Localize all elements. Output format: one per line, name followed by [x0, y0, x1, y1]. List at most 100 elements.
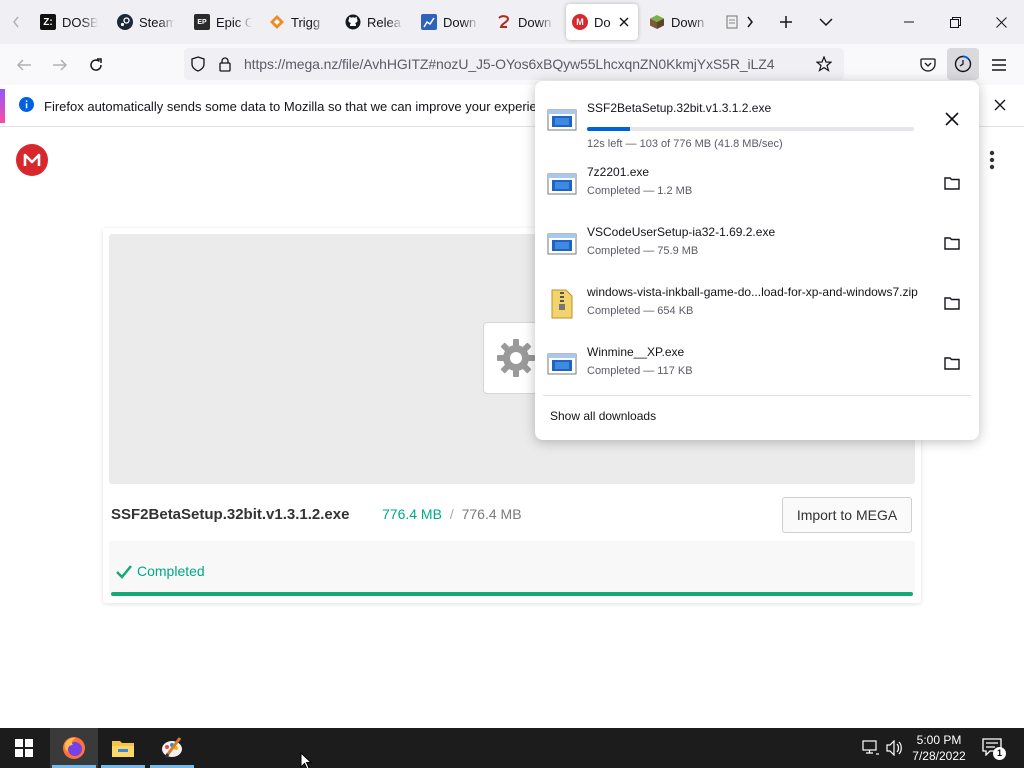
- volume-icon[interactable]: [886, 740, 904, 756]
- lock-icon[interactable]: [218, 56, 232, 72]
- bookmark-star-button[interactable]: [816, 56, 832, 72]
- plus-icon: [780, 16, 792, 28]
- trigger-icon: [269, 14, 285, 30]
- info-icon: [19, 97, 34, 112]
- url-text[interactable]: https://mega.nz/file/AvhHGITZ#nozU_J5-OY…: [244, 56, 774, 72]
- tracking-protection-shield-icon[interactable]: [190, 56, 206, 72]
- taskbar-file-explorer[interactable]: [99, 728, 147, 768]
- back-button[interactable]: [9, 50, 39, 80]
- show-all-downloads-button[interactable]: Show all downloads: [550, 409, 656, 423]
- gear-icon: [497, 339, 535, 377]
- pocket-icon: [920, 57, 936, 72]
- tab-trigger[interactable]: Trigg: [263, 4, 327, 40]
- steam-icon: [117, 14, 133, 30]
- show-in-folder-button[interactable]: [939, 230, 965, 256]
- exe-file-icon: [547, 169, 577, 199]
- folder-icon: [944, 297, 960, 310]
- minimize-icon: [904, 21, 914, 23]
- tab-minecraft[interactable]: Down: [643, 4, 709, 40]
- notification-count-badge: 1: [993, 747, 1006, 760]
- notification-text: Firefox automatically sends some data to…: [44, 99, 562, 114]
- show-in-folder-button[interactable]: [939, 350, 965, 376]
- new-tab-button[interactable]: [772, 8, 800, 36]
- tab-close-button[interactable]: [616, 14, 632, 30]
- start-button[interactable]: [0, 728, 48, 768]
- download-site-icon: [496, 14, 512, 30]
- restore-button[interactable]: [932, 0, 978, 44]
- download-item[interactable]: 7z2201.exe Completed — 1.2 MB: [535, 155, 979, 215]
- list-all-tabs-button[interactable]: [812, 8, 840, 36]
- tab-strip: Z: DOSB Steam EP Epic G Trigg Relea Down: [0, 0, 1024, 44]
- download-file-name: windows-vista-inkball-game-do...load-for…: [587, 285, 918, 299]
- download-item[interactable]: SSF2BetaSetup.32bit.v1.3.1.2.exe 12s lef…: [535, 91, 979, 151]
- total-size: 776.4 MB: [461, 506, 522, 522]
- show-in-folder-button[interactable]: [939, 290, 965, 316]
- app-menu-button[interactable]: [988, 54, 1010, 76]
- network-icon[interactable]: [862, 740, 880, 756]
- notification-close-button[interactable]: [990, 95, 1010, 115]
- chevron-right-icon: [747, 16, 753, 28]
- github-icon: [345, 14, 361, 30]
- minecraft-icon: [649, 14, 665, 30]
- firefox-icon: [63, 737, 85, 759]
- show-in-folder-button[interactable]: [939, 170, 965, 196]
- more-vertical-icon: [989, 150, 995, 170]
- download-item[interactable]: windows-vista-inkball-game-do...load-for…: [535, 275, 979, 335]
- download-file-name: 7z2201.exe: [587, 165, 650, 179]
- mouse-cursor: [300, 752, 312, 768]
- arrow-right-icon: [53, 59, 68, 71]
- import-to-mega-button[interactable]: Import to MEGA: [782, 497, 912, 533]
- page-menu-button[interactable]: [986, 150, 998, 170]
- downloaded-size: 776.4 MB: [382, 506, 442, 522]
- chevron-left-icon: [13, 16, 19, 28]
- file-name: SSF2BetaSetup.32bit.v1.3.1.2.exe: [111, 506, 350, 523]
- tab-label: Do: [594, 14, 611, 30]
- minimize-button[interactable]: [886, 0, 932, 44]
- download-site-icon: [421, 14, 437, 30]
- close-icon: [945, 112, 959, 126]
- tab-steam[interactable]: Steam: [111, 4, 175, 40]
- epic-games-icon: EP: [194, 14, 210, 30]
- downloads-button[interactable]: [947, 48, 979, 80]
- chevron-down-icon: [819, 18, 833, 27]
- download-progress-bar: [111, 592, 913, 596]
- mega-m-icon: [23, 153, 41, 166]
- close-icon: [994, 99, 1006, 111]
- reload-button[interactable]: [81, 50, 111, 80]
- address-bar[interactable]: https://mega.nz/file/AvhHGITZ#nozU_J5-OY…: [184, 48, 844, 80]
- taskbar-firefox[interactable]: [50, 728, 98, 768]
- tab-dosbox[interactable]: Z: DOSB: [34, 4, 98, 40]
- download-file-name: Winmine__XP.exe: [587, 345, 685, 359]
- tab-mega[interactable]: M Do: [566, 4, 638, 40]
- tab-download-2[interactable]: Down: [490, 4, 554, 40]
- clock-time: 5:00 PM: [916, 733, 962, 747]
- download-item[interactable]: VSCodeUserSetup-ia32-1.69.2.exe Complete…: [535, 215, 979, 275]
- download-item[interactable]: Winmine__XP.exe Completed — 117 KB: [535, 335, 979, 395]
- action-center-button[interactable]: 1: [982, 738, 1006, 760]
- download-status: Completed — 1.2 MB: [587, 185, 693, 197]
- close-icon: [619, 17, 629, 27]
- download-status: Completed — 117 KB: [587, 365, 693, 377]
- download-status-label: Completed: [137, 563, 205, 579]
- folder-icon: [944, 237, 960, 250]
- tab-github-releases[interactable]: Relea: [339, 4, 403, 40]
- mega-logo[interactable]: [16, 144, 48, 176]
- tab-scroll-right-button[interactable]: [736, 8, 764, 36]
- checkmark-icon: [115, 563, 133, 579]
- tab-epic-games[interactable]: EP Epic G: [188, 4, 252, 40]
- forward-button[interactable]: [45, 50, 75, 80]
- close-window-button[interactable]: [978, 0, 1024, 44]
- pocket-button[interactable]: [917, 54, 939, 76]
- tab-scroll-left-button[interactable]: [2, 8, 30, 36]
- windows-taskbar: 5:00 PM 7/28/2022 1: [0, 728, 1024, 768]
- clock-date: 7/28/2022: [912, 749, 966, 763]
- download-status: Completed — 75.9 MB: [587, 245, 699, 257]
- cancel-download-button[interactable]: [939, 106, 965, 132]
- system-clock[interactable]: 5:00 PM 7/28/2022: [912, 732, 966, 764]
- taskbar-paint[interactable]: [148, 728, 196, 768]
- tab-download-1[interactable]: Down: [415, 4, 479, 40]
- downloads-panel: SSF2BetaSetup.32bit.v1.3.1.2.exe 12s lef…: [535, 81, 979, 440]
- download-progress-bar: [587, 127, 914, 131]
- panel-divider: [543, 395, 971, 396]
- file-explorer-icon: [112, 741, 134, 757]
